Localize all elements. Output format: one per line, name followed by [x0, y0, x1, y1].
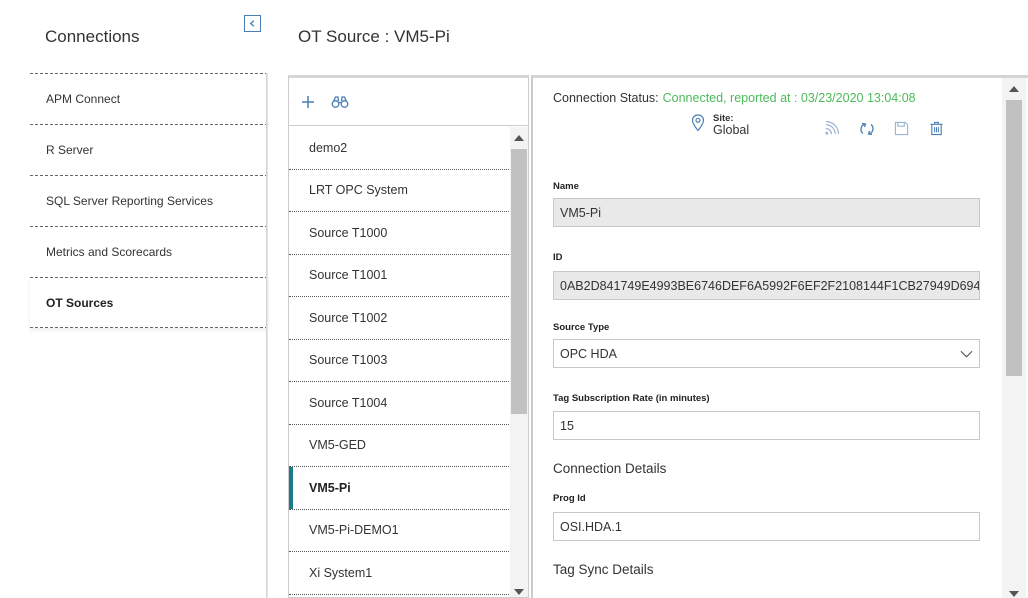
save-button[interactable]: [893, 120, 910, 137]
search-button[interactable]: [331, 93, 349, 111]
id-field: 0AB2D841749E4993BE6746DEF6A5992F6EF2F210…: [553, 271, 980, 300]
action-toolbar: [823, 120, 945, 137]
scroll-up-icon[interactable]: [1009, 86, 1019, 92]
sidebar-item-label: APM Connect: [46, 92, 121, 106]
detail-panel: Connection Status: Connected, reported at…: [531, 75, 1028, 598]
list-item[interactable]: Source T1004: [289, 382, 509, 425]
source-list-panel: demo2 LRT OPC System Source T1000 Source…: [288, 75, 529, 598]
name-field: VM5-Pi: [553, 198, 980, 227]
source-type-select[interactable]: OPC HDA: [553, 339, 980, 368]
save-icon: [894, 121, 909, 136]
list-item-label: LRT OPC System: [309, 183, 408, 198]
add-icon: [302, 95, 314, 108]
tag-rate-label: Tag Subscription Rate (in minutes): [553, 393, 710, 404]
list-item-label: Source T1001: [309, 268, 388, 283]
scroll-thumb[interactable]: [1006, 100, 1022, 376]
list-scrollbar[interactable]: [510, 127, 528, 597]
sidebar-item-ssrs[interactable]: SQL Server Reporting Services: [30, 175, 268, 226]
site-value: Global: [713, 123, 750, 138]
sidebar-item-metrics[interactable]: Metrics and Scorecards: [30, 226, 268, 277]
connection-status-label: Connection Status:: [553, 91, 659, 105]
scroll-up-icon[interactable]: [514, 135, 524, 141]
source-type-value: OPC HDA: [560, 346, 617, 361]
connection-status: Connection Status: Connected, reported at…: [553, 91, 916, 105]
source-list: demo2 LRT OPC System Source T1000 Source…: [289, 127, 509, 595]
list-item-label: VM5-Pi: [309, 480, 351, 495]
add-button[interactable]: [299, 93, 317, 111]
connection-details-title: Connection Details: [553, 461, 667, 476]
list-item[interactable]: demo2: [289, 127, 509, 170]
sidebar-item-label: Metrics and Scorecards: [46, 245, 173, 259]
delete-icon: [930, 121, 943, 136]
sidebar-list: APM Connect R Server SQL Server Reportin…: [30, 73, 268, 328]
tag-sync-details-title: Tag Sync Details: [553, 562, 654, 577]
sidebar-divider: [266, 73, 268, 598]
list-item-label: Source T1002: [309, 310, 388, 325]
list-item[interactable]: Source T1002: [289, 297, 509, 340]
scroll-down-icon[interactable]: [1009, 591, 1019, 597]
list-item[interactable]: Source T1001: [289, 255, 509, 297]
collapse-icon: [249, 20, 255, 27]
list-item-label: VM5-GED: [309, 438, 366, 453]
refresh-button[interactable]: [858, 120, 875, 137]
sidebar-item-r-server[interactable]: R Server: [30, 124, 268, 175]
list-item-label: Source T1004: [309, 395, 388, 410]
list-item[interactable]: LRT OPC System: [289, 170, 509, 212]
scroll-down-icon[interactable]: [514, 589, 524, 595]
list-item-selected[interactable]: VM5-Pi: [289, 467, 509, 510]
sidebar: Connections APM Connect R Server SQL Ser…: [0, 0, 268, 598]
list-item[interactable]: VM5-GED: [289, 425, 509, 467]
sidebar-item-ot-sources[interactable]: OT Sources: [30, 277, 268, 328]
tag-rate-value: 15: [560, 418, 574, 433]
tag-rate-input[interactable]: 15: [553, 411, 980, 440]
feed-icon: [825, 121, 839, 135]
sidebar-item-apm-connect[interactable]: APM Connect: [30, 73, 268, 124]
list-item[interactable]: VM5-Pi-DEMO1: [289, 510, 509, 552]
binoculars-icon: [331, 95, 349, 108]
collapse-sidebar-button[interactable]: [244, 15, 261, 32]
site-info: Site: Global: [691, 113, 750, 138]
sidebar-item-label: OT Sources: [46, 295, 114, 310]
list-item[interactable]: Source T1000: [289, 212, 509, 255]
detail-scrollbar[interactable]: [1002, 78, 1026, 598]
sidebar-title: Connections: [45, 27, 140, 46]
delete-button[interactable]: [928, 120, 945, 137]
sidebar-item-label: R Server: [46, 143, 94, 157]
list-item-label: demo2: [309, 140, 348, 155]
name-value: VM5-Pi: [560, 205, 601, 220]
page-title: OT Source : VM5-Pi: [298, 27, 450, 46]
list-item-label: Source T1003: [309, 353, 388, 368]
list-item[interactable]: Xi System1: [289, 552, 509, 595]
list-item-label: Xi System1: [309, 565, 373, 580]
connection-status-value: Connected, reported at : 03/23/2020 13:0…: [662, 91, 916, 105]
id-value: 0AB2D841749E4993BE6746DEF6A5992F6EF2F210…: [560, 278, 980, 293]
list-toolbar: [289, 78, 528, 126]
location-pin-icon: [691, 114, 705, 132]
refresh-icon: [859, 122, 874, 135]
source-type-label: Source Type: [553, 322, 610, 333]
list-item-label: Source T1000: [309, 225, 388, 240]
prog-id-input[interactable]: OSI.HDA.1: [553, 512, 980, 541]
subscribe-button[interactable]: [823, 120, 840, 137]
chevron-down-icon: [960, 350, 973, 358]
list-item[interactable]: Source T1003: [289, 340, 509, 382]
id-label: ID: [553, 252, 563, 263]
scroll-thumb[interactable]: [511, 149, 527, 414]
prog-id-value: OSI.HDA.1: [560, 519, 622, 534]
name-label: Name: [553, 181, 579, 192]
prog-id-label: Prog Id: [553, 493, 586, 504]
list-item-label: VM5-Pi-DEMO1: [309, 523, 399, 538]
sidebar-item-label: SQL Server Reporting Services: [46, 194, 213, 208]
